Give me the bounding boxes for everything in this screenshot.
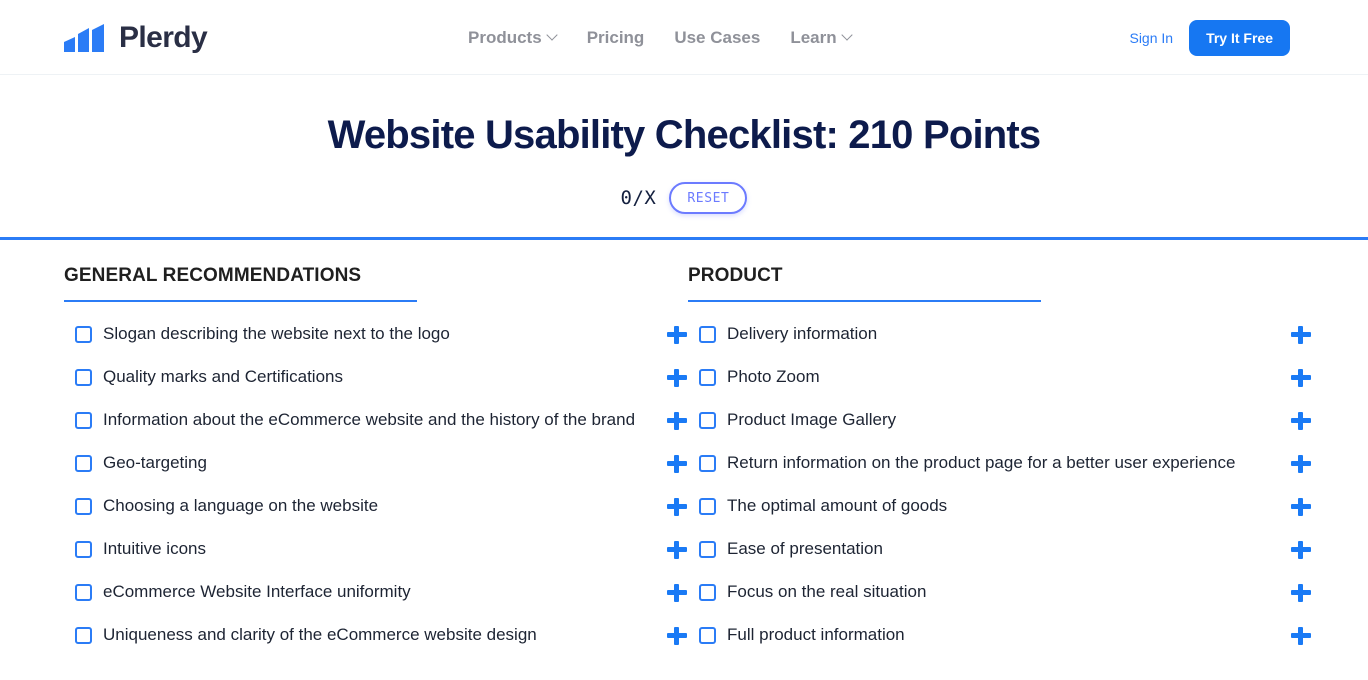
checklist-item[interactable]: Geo-targeting: [64, 451, 688, 494]
top-navigation-bar: Plerdy Products Pricing Use Cases Learn …: [0, 0, 1368, 75]
score-counter: 0/X: [620, 186, 657, 209]
nav-item-use-cases-label: Use Cases: [674, 28, 761, 47]
checklist-item[interactable]: The optimal amount of goods: [688, 494, 1312, 537]
checklist-item[interactable]: Delivery information: [688, 322, 1312, 365]
nav-item-learn-label: Learn: [790, 28, 837, 47]
brand-name: Plerdy: [119, 20, 208, 54]
checklist-item[interactable]: Return information on the product page f…: [688, 451, 1312, 494]
checklist-item[interactable]: Product Image Gallery: [688, 408, 1312, 451]
plus-icon[interactable]: [1290, 539, 1312, 561]
nav-actions: Sign In Try It Free: [1129, 0, 1290, 75]
nav-item-products-label: Products: [468, 28, 542, 47]
plus-icon[interactable]: [1290, 453, 1312, 475]
checkbox-icon[interactable]: [699, 325, 716, 343]
primary-nav: Products Pricing Use Cases Learn: [468, 0, 852, 75]
plus-icon[interactable]: [666, 625, 688, 647]
column-title: GENERAL RECOMMENDATIONS: [64, 265, 362, 286]
try-it-free-button[interactable]: Try It Free: [1189, 19, 1290, 56]
checklist-column-product: PRODUCT Delivery information Photo Zoom …: [688, 240, 1312, 666]
checklist-item[interactable]: Slogan describing the website next to th…: [64, 322, 688, 365]
page-title: Website Usability Checklist: 210 Points: [327, 113, 1042, 157]
checklist-item-label: Delivery information: [727, 323, 878, 343]
checklist-item[interactable]: Ease of presentation: [688, 537, 1312, 580]
plus-icon[interactable]: [666, 496, 688, 518]
checklist-item-label: Quality marks and Certifications: [103, 366, 343, 386]
column-header: PRODUCT: [688, 240, 1312, 302]
reset-button[interactable]: RESET: [669, 182, 748, 214]
nav-item-pricing[interactable]: Pricing: [587, 29, 645, 46]
checkbox-icon[interactable]: [699, 583, 716, 601]
chevron-down-icon: [843, 31, 852, 40]
checklist-columns: GENERAL RECOMMENDATIONS Slogan describin…: [0, 240, 1368, 666]
plus-icon[interactable]: [666, 539, 688, 561]
plus-icon[interactable]: [1290, 410, 1312, 432]
checkbox-icon[interactable]: [699, 411, 716, 429]
checkbox-icon[interactable]: [699, 497, 716, 515]
plus-icon[interactable]: [666, 324, 688, 346]
column-header: GENERAL RECOMMENDATIONS: [64, 240, 688, 302]
plus-icon[interactable]: [1290, 496, 1312, 518]
checklist-item-label: The optimal amount of goods: [727, 495, 948, 515]
checkbox-icon[interactable]: [699, 368, 716, 386]
nav-item-pricing-label: Pricing: [586, 28, 645, 47]
nav-item-products[interactable]: Products: [468, 29, 557, 46]
plus-icon[interactable]: [666, 453, 688, 475]
plus-icon[interactable]: [666, 367, 688, 389]
checklist-item[interactable]: Intuitive icons: [64, 537, 688, 580]
checkbox-icon[interactable]: [75, 497, 92, 515]
checkbox-icon[interactable]: [75, 325, 92, 343]
plus-icon[interactable]: [1290, 367, 1312, 389]
checklist-items: Slogan describing the website next to th…: [64, 302, 688, 666]
checklist-item-label: Intuitive icons: [103, 538, 206, 558]
plus-icon[interactable]: [1290, 582, 1312, 604]
plus-icon[interactable]: [666, 582, 688, 604]
checklist-item-label: Uniqueness and clarity of the eCommerce …: [103, 624, 537, 644]
plus-icon[interactable]: [666, 410, 688, 432]
nav-item-learn[interactable]: Learn: [790, 29, 851, 46]
checklist-item[interactable]: Quality marks and Certifications: [64, 365, 688, 408]
checklist-item-label: Ease of presentation: [727, 538, 883, 558]
checkbox-icon[interactable]: [75, 540, 92, 558]
checkbox-icon[interactable]: [699, 540, 716, 558]
brand-logo-link[interactable]: Plerdy: [64, 0, 208, 75]
checklist-item[interactable]: eCommerce Website Interface uniformity: [64, 580, 688, 623]
checkbox-icon[interactable]: [75, 583, 92, 601]
checklist-item-label: Product Image Gallery: [727, 409, 897, 429]
checklist-item[interactable]: Choosing a language on the website: [64, 494, 688, 537]
checklist-item-label: Return information on the product page f…: [727, 452, 1236, 472]
checklist-item-label: Information about the eCommerce website …: [103, 409, 636, 429]
checklist-item[interactable]: Information about the eCommerce website …: [64, 408, 688, 451]
checklist-column-general-recommendations: GENERAL RECOMMENDATIONS Slogan describin…: [64, 240, 688, 666]
checkbox-icon[interactable]: [699, 454, 716, 472]
checklist-item-label: Geo-targeting: [103, 452, 207, 472]
checkbox-icon[interactable]: [75, 411, 92, 429]
checklist-item[interactable]: Photo Zoom: [688, 365, 1312, 408]
score-row: 0/X RESET: [0, 178, 1368, 218]
checklist-item-label: Slogan describing the website next to th…: [103, 323, 450, 343]
plus-icon[interactable]: [1290, 324, 1312, 346]
checkbox-icon[interactable]: [75, 626, 92, 644]
bar-chart-logo-icon: [64, 23, 108, 52]
checklist-item-label: Photo Zoom: [727, 366, 820, 386]
checkbox-icon[interactable]: [75, 454, 92, 472]
checklist-item[interactable]: Uniqueness and clarity of the eCommerce …: [64, 623, 688, 666]
column-title: PRODUCT: [688, 265, 783, 286]
checklist-item-label: eCommerce Website Interface uniformity: [103, 581, 411, 601]
sign-in-link[interactable]: Sign In: [1129, 30, 1173, 46]
checkbox-icon[interactable]: [75, 368, 92, 386]
checklist-item[interactable]: Focus on the real situation: [688, 580, 1312, 623]
nav-item-use-cases[interactable]: Use Cases: [674, 29, 760, 46]
hero-section: Website Usability Checklist: 210 Points …: [0, 75, 1368, 240]
checklist-items: Delivery information Photo Zoom Product …: [688, 302, 1312, 666]
checklist-item-label: Focus on the real situation: [727, 581, 927, 601]
checkbox-icon[interactable]: [699, 626, 716, 644]
chevron-down-icon: [548, 31, 557, 40]
checklist-item[interactable]: Full product information: [688, 623, 1312, 666]
checklist-item-label: Full product information: [727, 624, 905, 644]
plus-icon[interactable]: [1290, 625, 1312, 647]
checklist-item-label: Choosing a language on the website: [103, 495, 379, 515]
